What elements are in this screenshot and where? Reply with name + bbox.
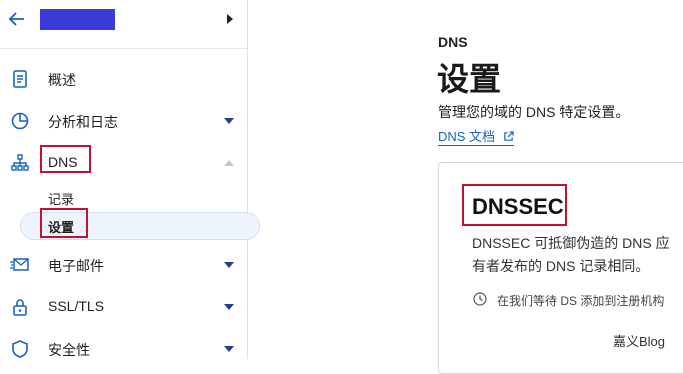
sidebar-item-label: SSL/TLS: [48, 298, 105, 314]
watermark: 嘉义Blog: [613, 334, 666, 349]
sitemap-icon: [11, 154, 29, 171]
sidebar-subitem-settings[interactable]: 设置: [0, 212, 247, 240]
dnssec-pending-status: 在我们等待 DS 添加到注册机构: [497, 294, 665, 308]
chevron-down-icon[interactable]: [224, 262, 234, 268]
sidebar-item-analytics[interactable]: 分析和日志: [0, 105, 247, 137]
sidebar-header: [0, 0, 247, 49]
sidebar-subitem-records[interactable]: 记录: [0, 184, 247, 212]
sidebar-item-label: 电子邮件: [48, 258, 104, 274]
account-name-redacted[interactable]: [40, 9, 115, 30]
sidebar-item-ssl-tls[interactable]: SSL/TLS: [0, 291, 247, 323]
sidebar-item-label: 概述: [48, 72, 76, 88]
clock-icon: [473, 292, 487, 306]
page-title: 设置: [437, 61, 502, 97]
sidebar: 概述 分析和日志 DNS 记录 设置 电子邮件 SSL/TLS 安全性: [0, 0, 260, 359]
pie-chart-icon: [11, 112, 29, 130]
back-arrow-icon[interactable]: [7, 9, 27, 29]
sidebar-item-label: 分析和日志: [48, 114, 118, 130]
dns-docs-link-label: DNS 文档: [438, 129, 496, 144]
page-description: 管理您的域的 DNS 特定设置。: [438, 104, 630, 120]
shield-icon: [12, 340, 28, 358]
chevron-up-icon[interactable]: [224, 160, 234, 166]
dnssec-card-title: DNSSEC: [472, 194, 564, 219]
sidebar-item-dns[interactable]: DNS: [0, 147, 247, 179]
chevron-down-icon[interactable]: [224, 304, 234, 310]
external-link-icon: [503, 131, 514, 141]
dnssec-description-line1: DNSSEC 可抵御伪造的 DNS 应: [472, 235, 670, 251]
chevron-down-icon[interactable]: [224, 118, 234, 124]
dns-docs-link[interactable]: DNS 文档: [438, 126, 514, 146]
breadcrumb: DNS: [438, 34, 468, 50]
envelope-icon: [10, 258, 29, 271]
lock-icon: [13, 299, 27, 316]
dns-highlight-box: [40, 145, 91, 173]
sidebar-subitem-label: 记录: [48, 192, 75, 207]
sidebar-item-security[interactable]: 安全性: [0, 333, 247, 365]
chevron-down-icon[interactable]: [224, 346, 234, 352]
dnssec-description-line2: 有者发布的 DNS 记录相同。: [472, 258, 650, 274]
sidebar-item-label: 安全性: [48, 342, 90, 358]
sidebar-item-overview[interactable]: 概述: [0, 63, 247, 95]
caret-right-icon[interactable]: [226, 14, 234, 24]
sidebar-item-email[interactable]: 电子邮件: [0, 249, 247, 281]
document-icon: [13, 70, 27, 88]
settings-highlight-box: [40, 208, 88, 238]
